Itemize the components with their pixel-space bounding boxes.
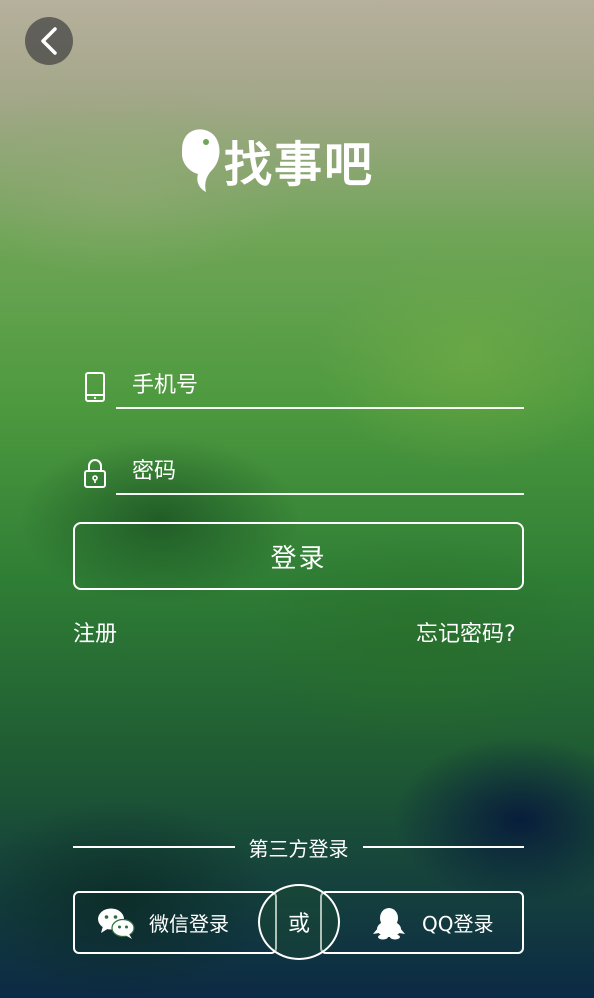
back-button[interactable] [25,17,73,65]
app-logo: 找事吧 [176,118,426,202]
logo-text: 找事吧 [224,137,375,193]
or-label: 或 [287,912,310,937]
divider-line-left [73,846,235,848]
divider-line-right [362,846,524,848]
phone-field [80,363,524,413]
login-button[interactable]: 登录 [73,522,524,590]
password-input[interactable] [116,449,524,495]
third-party-title: 第三方登录 [248,836,349,861]
wechat-login-button[interactable]: 微信登录 [73,891,277,954]
qq-penguin-icon [373,907,405,939]
wechat-login-label: 微信登录 [149,912,229,936]
phone-icon [85,372,105,402]
qq-login-label: QQ登录 [422,912,494,936]
wechat-icon [98,908,135,939]
qq-login-button[interactable]: QQ登录 [320,891,524,954]
password-field [80,449,524,499]
third-party-divider: 第三方登录 [73,832,524,862]
or-separator: 或 [258,884,340,960]
forgot-password-link[interactable]: 忘记密码? [416,616,516,648]
phone-input[interactable] [116,363,524,409]
register-link[interactable]: 注册 [73,616,117,648]
lock-icon [84,459,106,488]
back-arrow-icon [41,27,57,55]
fish-logo-icon [182,129,220,192]
